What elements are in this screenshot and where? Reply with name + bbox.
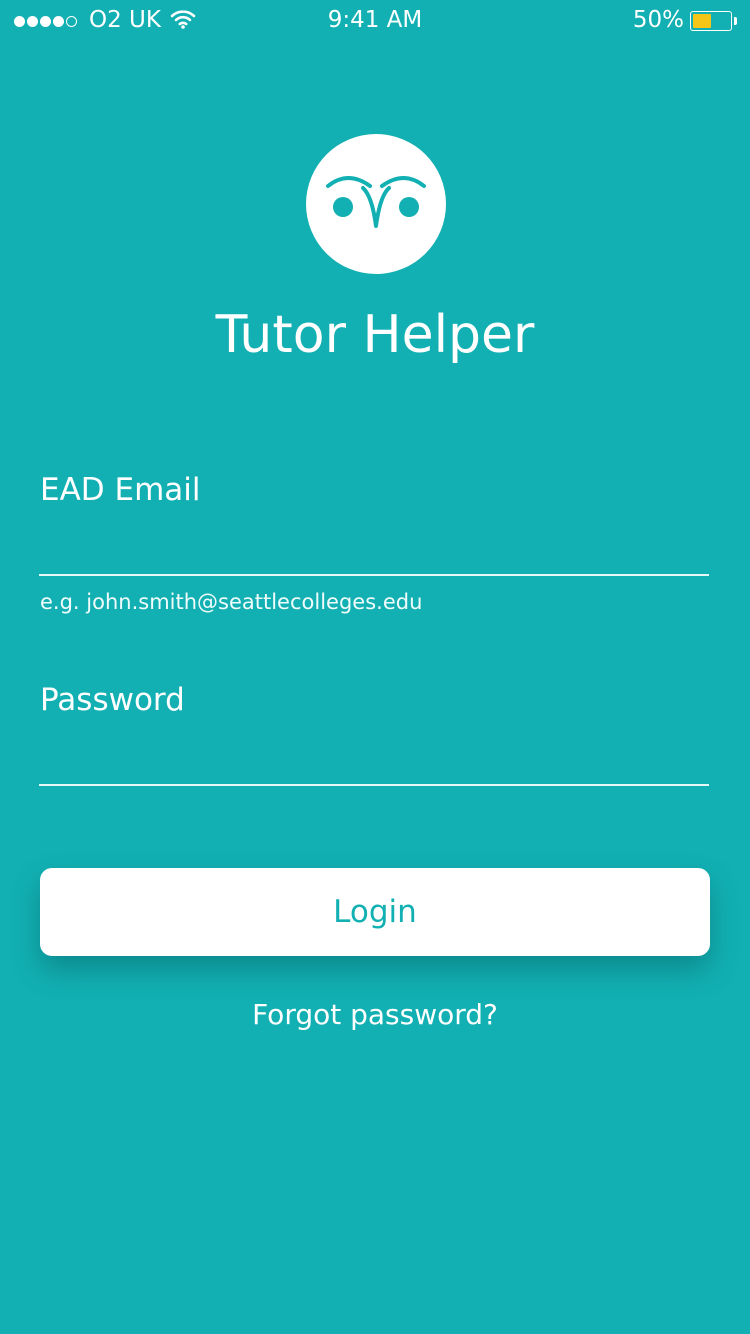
battery-percentage: 50% xyxy=(632,7,684,33)
login-button[interactable]: Login xyxy=(40,868,710,956)
password-field[interactable] xyxy=(39,742,709,786)
password-label: Password xyxy=(40,682,185,718)
battery-icon xyxy=(690,11,732,31)
email-label: EAD Email xyxy=(40,472,201,508)
battery-level-fill xyxy=(693,14,711,28)
battery-tip xyxy=(734,17,737,25)
owl-logo-icon xyxy=(306,134,446,274)
email-hint: e.g. john.smith@seattlecolleges.edu xyxy=(40,590,423,614)
status-bar: O2 UK 9:41 AM 50% xyxy=(0,0,750,44)
app-title: Tutor Helper xyxy=(215,305,535,365)
forgot-password-link[interactable]: Forgot password? xyxy=(0,998,750,1031)
email-field[interactable] xyxy=(39,532,709,576)
